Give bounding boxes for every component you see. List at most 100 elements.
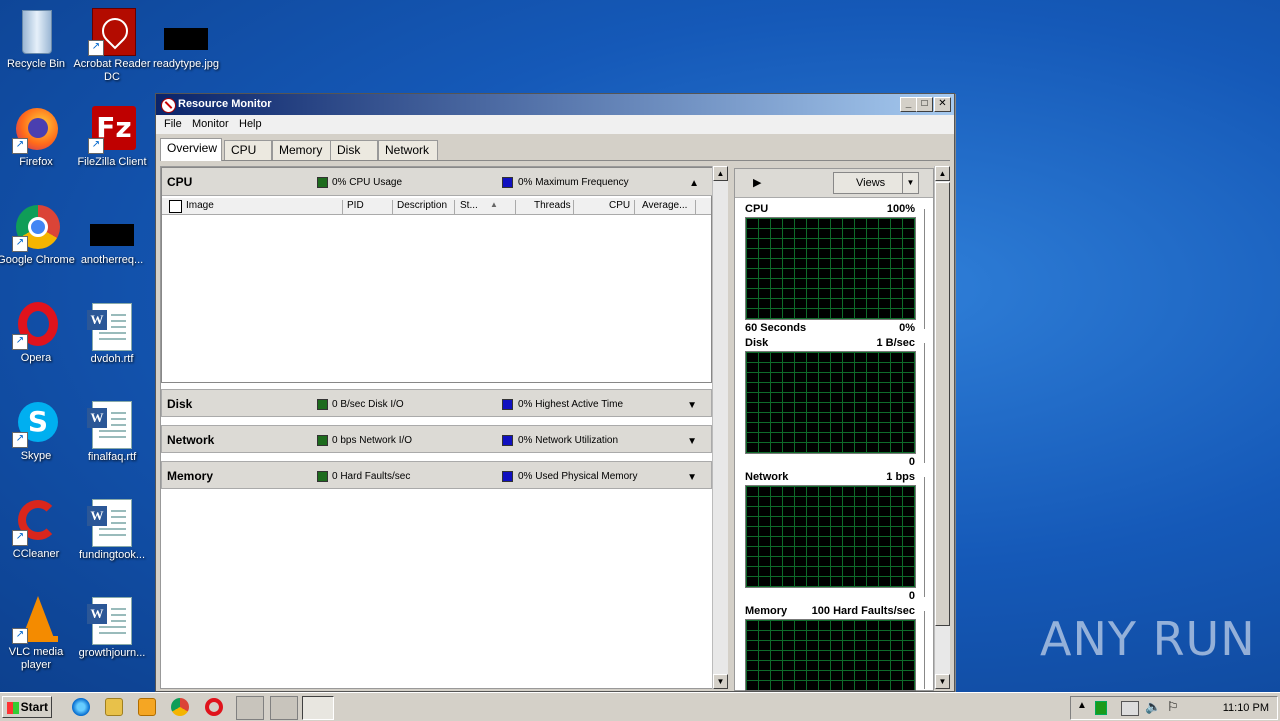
resource-monitor-taskbar-icon[interactable] [302,696,334,720]
desktop-icon-label: growthjourn... [78,647,146,659]
desktop-icon-fundingtook[interactable]: W fundingtook... [70,498,154,562]
shortcut-arrow-icon: ↗ [88,138,104,154]
scroll-down-button[interactable]: ▼ [713,674,728,689]
chrome-taskbar-icon[interactable] [171,698,189,716]
collapse-arrow-icon[interactable]: ▲ [689,178,699,189]
volume-icon[interactable]: 🔈 [1145,699,1161,715]
shortcut-arrow-icon: ↗ [12,628,28,644]
disk-section-header[interactable]: Disk 0 B/sec Disk I/O 0% Highest Active … [161,389,712,417]
views-dropdown[interactable]: Views ▼ [833,172,919,194]
task-manager-icon[interactable] [270,696,298,720]
graphs-pane-header: ▶ Views ▼ [735,169,933,198]
menu-help[interactable]: Help [239,118,262,130]
chevron-down-icon: ▼ [902,173,918,193]
action-center-flag-icon[interactable]: ⚐ [1167,699,1179,715]
graph-memory-max: 100 Hard Faults/sec [811,605,915,617]
tab-disk[interactable]: Disk [330,140,378,160]
column-description[interactable]: Description [397,200,455,214]
desktop-icon-vlc[interactable]: ↗ VLC media player [0,596,78,672]
expand-arrow-icon[interactable]: ▼ [687,400,697,411]
menu-file[interactable]: File [164,118,182,130]
disk-active-time-stat: 0% Highest Active Time [518,399,624,410]
start-button[interactable]: Start [2,696,52,718]
cpu-usage-stat: 0% CPU Usage [332,177,403,188]
cpu-frequency-stat: 0% Maximum Frequency [518,177,629,188]
desktop-icon-ccleaner[interactable]: ↗ CCleaner [0,498,78,561]
network-section-header[interactable]: Network 0 bps Network I/O 0% Network Uti… [161,425,712,453]
column-image[interactable]: Image [186,200,343,214]
graphs-scrollbar[interactable]: ▲ ▼ [934,166,950,689]
media-player-icon[interactable] [138,698,156,716]
word-document-icon: W [87,597,136,645]
memory-section-header[interactable]: Memory 0 Hard Faults/sec 0% Used Physica… [161,461,712,489]
desktop-icon-label: Firefox [19,156,53,168]
desktop-icon-chrome[interactable]: ↗ Google Chrome [0,204,78,267]
graph-network-max: 1 bps [886,471,915,483]
cpu-section-header[interactable]: CPU 0% CPU Usage 0% Maximum Frequency ▲ [162,168,713,196]
menu-monitor[interactable]: Monitor [192,118,229,130]
firefox-icon: ↗ [12,106,60,154]
scroll-down-button[interactable]: ▼ [935,674,950,689]
tab-network[interactable]: Network [378,140,438,160]
desktop-icon-acrobat[interactable]: ↗ Acrobat Reader DC [70,8,154,84]
collapse-pane-icon[interactable]: ▶ [753,176,761,189]
tab-overview[interactable]: Overview [160,138,222,161]
internet-explorer-icon[interactable] [72,698,90,716]
resource-monitor-window[interactable]: Resource Monitor _ □ ✕ File Monitor Help… [155,93,955,692]
desktop-icon-opera[interactable]: ↗ Opera [0,302,78,365]
column-threads[interactable]: Threads [534,200,574,214]
file-explorer-icon[interactable] [105,698,123,716]
image-thumbnail-icon [162,8,210,56]
image-thumbnail-icon [88,204,136,252]
expand-arrow-icon[interactable]: ▼ [687,472,697,483]
green-tray-icon[interactable] [1095,701,1107,715]
desktop-icon-readytype[interactable]: readytype.jpg [144,8,228,71]
desktop-icon-skype[interactable]: S ↗ Skype [0,400,78,463]
network-io-stat: 0 bps Network I/O [332,435,413,446]
column-pid[interactable]: PID [347,200,393,214]
opera-icon: ↗ [12,302,60,350]
overview-scrollbar[interactable]: ▲ ▼ [712,166,728,689]
network-icon[interactable] [1121,701,1139,716]
recycle-bin-icon [12,8,60,56]
desktop-icon-label: readytype.jpg [152,58,220,70]
taskbar: Start ▲ 🔈 ⚐ 11:10 PM [0,692,1280,721]
clock[interactable]: 11:10 PM [1223,702,1269,714]
desktop-icon-anotherreq[interactable]: anotherreq... [70,204,154,267]
desktop-icon-growthjourn[interactable]: W growthjourn... [70,596,154,660]
graph-cpu-max: 100% [886,203,915,215]
scroll-up-button[interactable]: ▲ [935,166,950,181]
show-hidden-icons-icon[interactable]: ▲ [1077,700,1087,711]
chrome-icon: ↗ [12,204,60,252]
active-time-indicator-icon [502,399,513,410]
select-all-checkbox[interactable] [169,200,182,213]
usage-indicator-icon [317,177,328,188]
tab-cpu[interactable]: CPU [224,140,272,160]
column-status[interactable]: St... [460,200,516,214]
desktop-icon-recycle-bin[interactable]: Recycle Bin [0,8,78,71]
cpu-section: CPU 0% CPU Usage 0% Maximum Frequency ▲ … [161,167,713,383]
settings-gear-icon[interactable] [236,696,264,720]
expand-arrow-icon[interactable]: ▼ [687,436,697,447]
maximize-button[interactable]: □ [916,97,933,112]
desktop-icon-dvdoh[interactable]: W dvdoh.rtf [70,302,154,366]
column-cpu[interactable]: CPU [609,200,635,214]
desktop-icon-label: VLC media player [8,646,64,671]
column-average[interactable]: Average... [642,200,696,214]
desktop-icon-firefox[interactable]: ↗ Firefox [0,106,78,169]
scroll-up-button[interactable]: ▲ [713,166,728,181]
close-button[interactable]: ✕ [934,97,951,112]
process-table-header: Image PID Description St... ▲ Threads CP… [162,198,711,215]
usage-indicator-icon [317,471,328,482]
scroll-thumb[interactable] [935,182,950,626]
filezilla-icon: Fz ↗ [88,106,136,154]
shortcut-arrow-icon: ↗ [12,334,28,350]
desktop-icon-filezilla[interactable]: Fz ↗ FileZilla Client [70,106,154,169]
tab-memory[interactable]: Memory [272,140,332,160]
desktop-icon-label: Skype [20,450,52,462]
minimize-button[interactable]: _ [900,97,917,112]
shortcut-arrow-icon: ↗ [12,236,28,252]
title-bar[interactable]: Resource Monitor _ □ ✕ [156,94,954,115]
desktop-icon-finalfaq[interactable]: W finalfaq.rtf [70,400,154,464]
opera-taskbar-icon[interactable] [205,698,223,716]
